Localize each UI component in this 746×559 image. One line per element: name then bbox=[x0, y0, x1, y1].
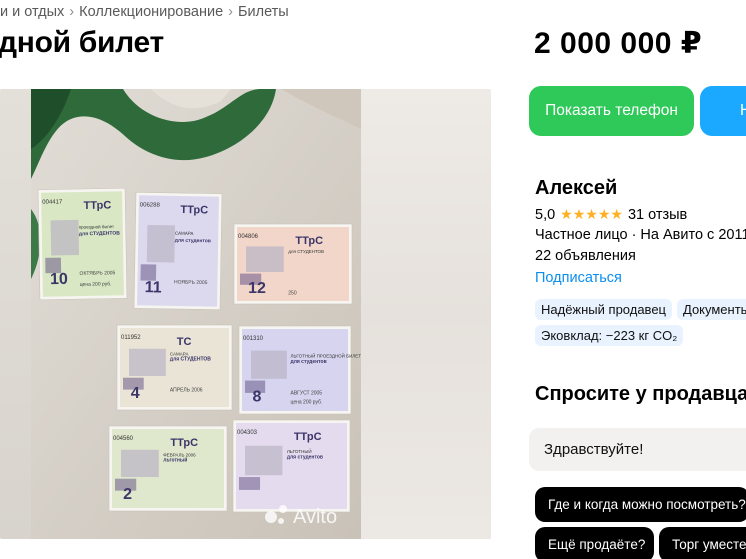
seller-rating[interactable]: 5,0 ★★★★★ 31 отзыв bbox=[535, 206, 687, 223]
tickets-photo-image: 004417 ТТрСпроездной билетдля СТУДЕНТОВ10… bbox=[31, 89, 361, 539]
message-input[interactable]: Здравствуйте! bbox=[529, 428, 746, 471]
ticket-line2: для студентов bbox=[291, 359, 327, 365]
seller-name[interactable]: Алексей bbox=[535, 177, 617, 200]
ticket-line2: для студентов bbox=[287, 455, 323, 461]
quick-reply-still-selling[interactable]: Ещё продаёте? bbox=[535, 527, 654, 559]
ticket-price: цена 200 руб. bbox=[291, 399, 323, 405]
write-message-label: Н bbox=[740, 102, 746, 119]
ticket-line1: САМАРА bbox=[175, 231, 194, 236]
show-phone-button[interactable]: Показать телефон bbox=[529, 86, 694, 136]
breadcrumb-item-collecting[interactable]: Коллекционирование bbox=[79, 4, 223, 20]
badge-eco-contribution[interactable]: Эковклад: −223 кг CO₂ bbox=[535, 325, 684, 346]
breadcrumb-item-hobby[interactable]: и и отдых bbox=[0, 4, 64, 20]
ticket-card: 011952 ТССАМАРАдля СТУДЕНТОВ4 АПРЕЛЬ 2006 bbox=[116, 324, 233, 411]
listing-title: дной билет bbox=[0, 26, 164, 59]
gallery-next-preview[interactable] bbox=[361, 89, 491, 539]
write-message-button[interactable]: Н bbox=[700, 86, 746, 136]
ticket-line2: для СТУДЕНТОВ bbox=[79, 231, 120, 238]
ask-seller-title: Спросите у продавца bbox=[535, 383, 746, 405]
rating-value: 5,0 bbox=[535, 206, 556, 223]
listing-price: 2 000 000 ₽ bbox=[534, 27, 703, 60]
ticket-line1: ЛЬГОТНЫЙ bbox=[287, 447, 312, 454]
main-photo[interactable]: 004417 ТТрС проездной билет для СТУДЕНТОВ 10… bbox=[31, 89, 361, 539]
breadcrumb-item-tickets[interactable]: Билеты bbox=[238, 4, 289, 20]
ticket-line1: проездной билет bbox=[79, 223, 114, 230]
seller-type: Частное лицо · На Авито с 2011 bbox=[535, 227, 746, 243]
ticket-price: цена 200 руб. bbox=[80, 281, 112, 288]
photo-gallery[interactable]: 004417 ТТрС проездной билет для СТУДЕНТОВ 10… bbox=[0, 89, 491, 539]
ticket-serial: 001310 bbox=[243, 336, 264, 342]
ticket-month: АВГУСТ 2005 bbox=[291, 391, 323, 397]
ticket-line1: ЛЬГОТНЫЙ ПРОЕЗДНОЙ БИЛЕТ bbox=[291, 352, 361, 359]
ticket-line1: для СТУДЕНТОВ bbox=[288, 249, 324, 254]
reviews-link[interactable]: 31 отзыв bbox=[628, 207, 687, 223]
ticket-card: 006288 ТТрС САМАРА для студентов 11 НОЯБРЬ 20… bbox=[133, 191, 223, 311]
gallery-prev-preview[interactable] bbox=[0, 89, 31, 539]
subscribe-link[interactable]: Подписаться bbox=[535, 270, 622, 286]
ticket-card: 004806 ТТрС для СТУДЕНТОВ 12 250 bbox=[233, 223, 353, 305]
ticket-month: ОКТЯБРЬ 2005 bbox=[79, 270, 115, 277]
ticket-card: 001310 ЛЬГОТНЫЙ ПРОЕЗДНОЙ БИЛЕТдля студен… bbox=[238, 325, 361, 415]
ticket-brand: ТТрС bbox=[295, 235, 323, 247]
ticket-number: 12 bbox=[248, 280, 266, 297]
quick-reply-where-when[interactable]: Где и когда можно посмотреть? bbox=[535, 487, 746, 522]
show-phone-label: Показать телефон bbox=[545, 102, 678, 119]
ticket-card: 004560 ТТрСФЕВРАЛЬ 2006льготный2 bbox=[108, 425, 228, 512]
ticket-serial: 004560 bbox=[113, 436, 134, 442]
star-rating-icon: ★★★★★ bbox=[560, 206, 623, 222]
ticket-line2: льготный bbox=[163, 457, 187, 464]
ticket-brand: ТТрС bbox=[180, 204, 208, 216]
chevron-right-icon: › bbox=[228, 4, 233, 20]
ticket-brand: ТС bbox=[177, 336, 192, 348]
ticket-number: 8 bbox=[252, 389, 261, 406]
ticket-card: 004303 ТТрС ЛЬГОТНЫЙдля студентов bbox=[232, 419, 351, 513]
badge-reliable-seller[interactable]: Надёжный продавец bbox=[535, 299, 672, 320]
breadcrumb: и и отдых › Коллекционирование › Билеты bbox=[0, 4, 289, 20]
ticket-serial: 006288 bbox=[140, 202, 161, 208]
ticket-line2: для СТУДЕНТОВ bbox=[170, 357, 211, 363]
ticket-brand: ТТрС bbox=[170, 437, 198, 449]
ticket-brand: ТТрС bbox=[83, 199, 111, 211]
ticket-serial: 004806 bbox=[238, 234, 259, 240]
chevron-right-icon: › bbox=[69, 4, 75, 20]
ticket-number: 4 bbox=[131, 385, 140, 402]
ticket-line2: для студентов bbox=[175, 238, 211, 245]
ticket-brand: ТТрС bbox=[294, 431, 322, 443]
ticket-card: 004417 ТТрС проездной билетдля СТУДЕНТОВ 10… bbox=[37, 187, 128, 301]
ticket-month: НОЯБРЬ 2005 bbox=[174, 279, 208, 286]
watermark-text: Avito bbox=[293, 506, 337, 528]
ticket-price: 250 bbox=[288, 290, 297, 296]
ticket-serial: 004303 bbox=[237, 430, 258, 436]
ticket-number: 11 bbox=[145, 279, 162, 296]
badge-documents[interactable]: Документы bbox=[677, 299, 746, 320]
ticket-serial: 004417 bbox=[42, 199, 63, 205]
quick-reply-bargain[interactable]: Торг уместе bbox=[659, 527, 746, 559]
ticket-month: АПРЕЛЬ 2006 bbox=[170, 387, 203, 393]
seller-ads-count[interactable]: 22 объявления bbox=[535, 248, 636, 264]
ticket-number: 2 bbox=[123, 486, 132, 503]
ticket-number: 10 bbox=[50, 271, 68, 288]
ticket-serial: 011952 bbox=[121, 335, 141, 341]
